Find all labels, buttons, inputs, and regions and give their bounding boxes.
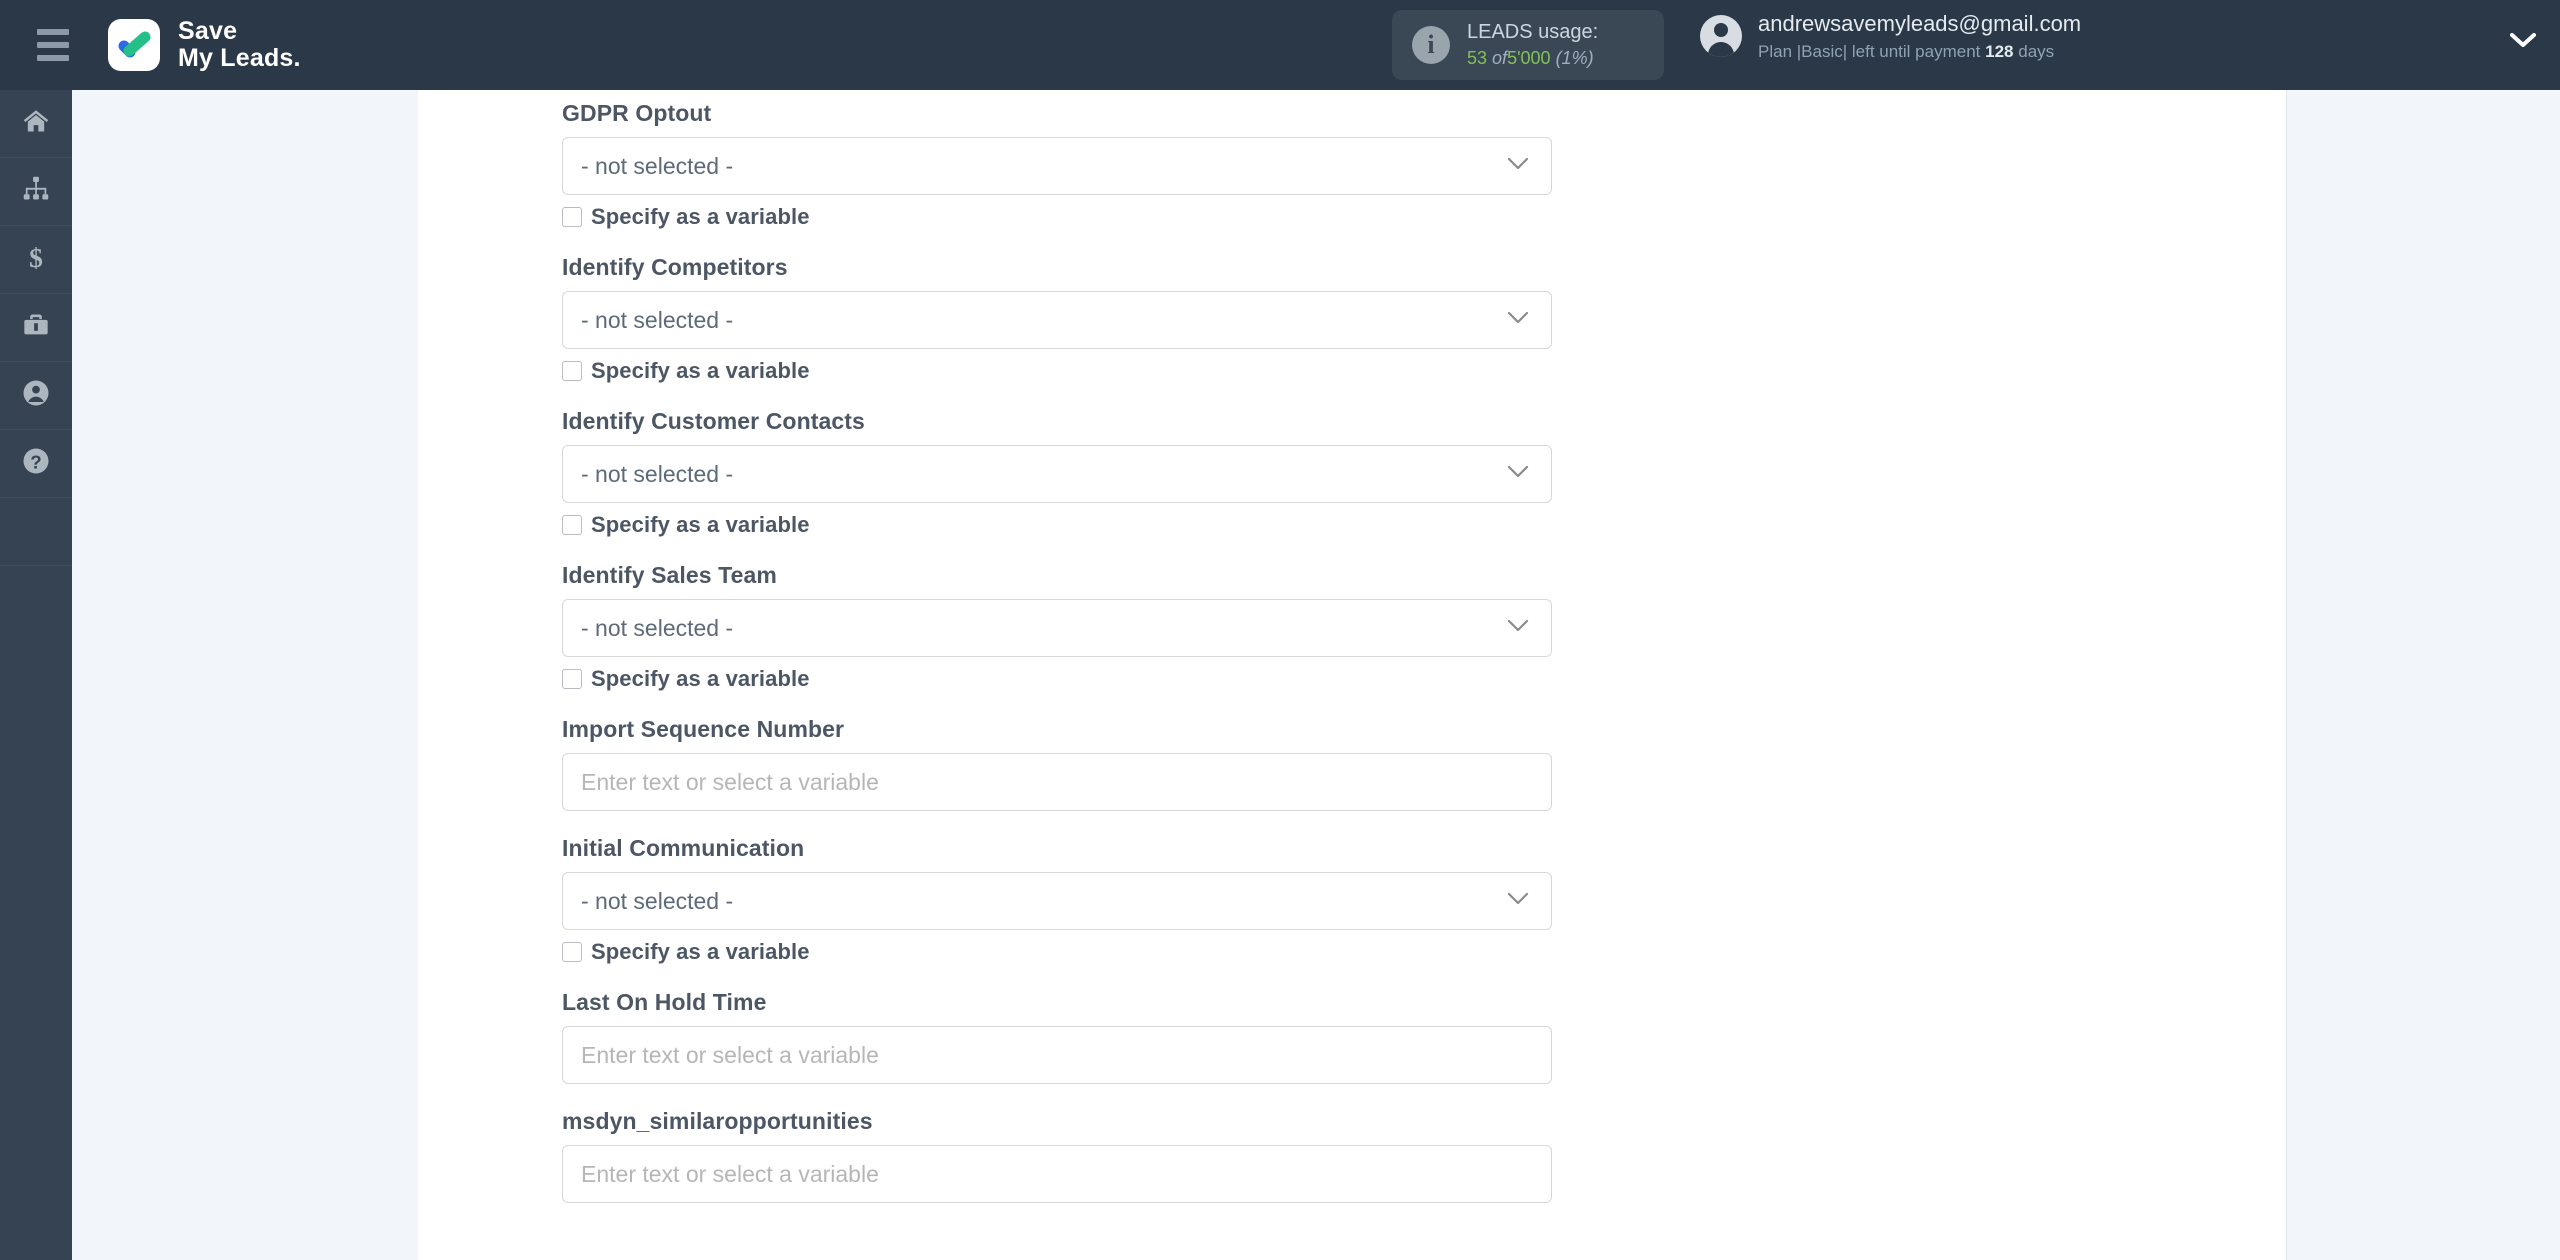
field-label: Last On Hold Time [562, 989, 767, 1015]
account-email: andrewsavemyleads@gmail.com [1758, 11, 2082, 36]
specify-as-variable-label: Specify as a variable [591, 204, 810, 229]
plan-prefix: Plan |Basic| left until payment [1758, 41, 1981, 61]
hamburger-menu-icon[interactable] [18, 29, 88, 61]
usage-percent: (1%) [1555, 48, 1594, 69]
svg-text:$: $ [29, 242, 43, 272]
plan-days-value: 128 [1985, 41, 2014, 61]
field-mapping-form: GDPR Optout - not selected - Specify as a … [562, 82, 1552, 1209]
sidebar-item-help[interactable]: ? [0, 430, 72, 498]
sidebar-item-profile[interactable] [0, 362, 72, 430]
leads-usage-badge[interactable]: i LEADS usage: 53 of5'000 (1%) [1392, 10, 1664, 80]
home-icon [21, 107, 51, 140]
specify-as-variable-checkbox[interactable] [562, 515, 582, 535]
user-avatar-icon [1700, 15, 1742, 58]
sidebar-item-connections[interactable] [0, 158, 72, 226]
field-label: Import Sequence Number [562, 716, 845, 742]
form-field: GDPR Optout - not selected - Specify as a … [562, 82, 1552, 230]
specify-as-variable-checkbox[interactable] [562, 361, 582, 381]
chevron-down-icon [1507, 311, 1529, 329]
usage-total: 5'000 [1507, 48, 1551, 69]
select-dropdown[interactable]: - not selected - [562, 445, 1552, 503]
sidebar-item-billing[interactable]: $ [0, 226, 72, 294]
question-circle-icon: ? [21, 446, 51, 481]
hamburger-bar [37, 55, 69, 61]
briefcase-icon [21, 311, 51, 344]
select-dropdown[interactable]: - not selected - [562, 872, 1552, 930]
text-input[interactable]: Enter text or select a variable [562, 753, 1552, 811]
sidebar-item-services[interactable] [0, 294, 72, 362]
text-input[interactable]: Enter text or select a variable [562, 1026, 1552, 1084]
content-panel: GDPR Optout - not selected - Specify as a … [418, 90, 2287, 1260]
brand-title: Save My Leads. [178, 18, 301, 72]
chevron-down-icon [1507, 157, 1529, 175]
brand-line-1: Save [178, 17, 238, 45]
usage-counts: 53 of5'000 (1%) [1467, 46, 1598, 70]
hamburger-bar [37, 29, 69, 35]
field-label: Identify Sales Team [562, 562, 777, 588]
form-field: Identify Competitors - not selected - Spec… [562, 236, 1552, 384]
select-value: - not selected - [581, 614, 734, 641]
field-label: Identify Competitors [562, 254, 788, 280]
hamburger-bar [37, 42, 69, 48]
info-icon: i [1412, 26, 1450, 64]
specify-as-variable-label: Specify as a variable [591, 358, 810, 383]
dollar-icon: $ [21, 242, 51, 277]
specify-as-variable-row[interactable]: Specify as a variable [562, 512, 1552, 538]
text-input[interactable]: Enter text or select a variable [562, 1145, 1552, 1203]
field-label: GDPR Optout [562, 100, 712, 126]
usage-title: LEADS usage: [1467, 21, 1599, 44]
field-label: msdyn_similaropportunities [562, 1108, 873, 1134]
select-value: - not selected - [581, 152, 734, 179]
select-dropdown[interactable]: - not selected - [562, 137, 1552, 195]
usage-of-label: of [1492, 48, 1508, 69]
input-placeholder: Enter text or select a variable [581, 768, 879, 795]
input-placeholder: Enter text or select a variable [581, 1160, 879, 1187]
chevron-down-icon [1507, 465, 1529, 483]
form-field: Import Sequence Number Enter text or sele… [562, 698, 1552, 811]
page-canvas: GDPR Optout - not selected - Specify as a … [72, 90, 2560, 1260]
specify-as-variable-label: Specify as a variable [591, 512, 810, 537]
brand-logo-group[interactable]: Save My Leads. [108, 18, 301, 72]
select-value: - not selected - [581, 306, 734, 333]
input-placeholder: Enter text or select a variable [581, 1041, 879, 1068]
sitemap-icon [21, 175, 51, 208]
select-dropdown[interactable]: - not selected - [562, 599, 1552, 657]
form-field: Initial Communication - not selected - Spe… [562, 817, 1552, 965]
specify-as-variable-checkbox[interactable] [562, 207, 582, 227]
chevron-down-icon [1507, 892, 1529, 910]
sidebar-item-home[interactable] [0, 90, 72, 158]
specify-as-variable-checkbox[interactable] [562, 669, 582, 689]
form-field: Last On Hold Time Enter text or select a … [562, 971, 1552, 1084]
svg-text:?: ? [30, 452, 41, 473]
usage-used: 53 [1467, 48, 1488, 69]
field-label: Identify Customer Contacts [562, 408, 865, 434]
account-chevron-down-icon[interactable] [2510, 32, 2536, 53]
select-value: - not selected - [581, 887, 734, 914]
form-field: Identify Sales Team - not selected - Speci… [562, 544, 1552, 692]
form-field: Identify Customer Contacts - not selected… [562, 390, 1552, 538]
specify-as-variable-checkbox[interactable] [562, 942, 582, 962]
chevron-down-icon [1507, 619, 1529, 637]
sidebar-item-extra[interactable] [0, 498, 72, 566]
account-plan-info: Plan |Basic| left until payment 128 days [1758, 40, 2081, 65]
specify-as-variable-label: Specify as a variable [591, 939, 810, 964]
checkmark-logo-icon [108, 19, 160, 71]
plan-days-suffix: days [2018, 41, 2055, 61]
left-icon-rail: $ ? [0, 90, 72, 1260]
field-label: Initial Communication [562, 835, 805, 861]
specify-as-variable-row[interactable]: Specify as a variable [562, 666, 1552, 692]
specify-as-variable-row[interactable]: Specify as a variable [562, 204, 1552, 230]
form-field: msdyn_similaropportunities Enter text or … [562, 1090, 1552, 1203]
specify-as-variable-row[interactable]: Specify as a variable [562, 358, 1552, 384]
brand-line-2: My Leads. [178, 44, 301, 72]
select-value: - not selected - [581, 460, 734, 487]
specify-as-variable-row[interactable]: Specify as a variable [562, 939, 1552, 965]
user-circle-icon [21, 378, 51, 413]
top-header-bar: Save My Leads. i LEADS usage: 53 of5'000 … [0, 0, 2560, 90]
specify-as-variable-label: Specify as a variable [591, 666, 810, 691]
select-dropdown[interactable]: - not selected - [562, 291, 1552, 349]
account-menu[interactable]: andrewsavemyleads@gmail.com Plan |Basic|… [1700, 8, 2081, 65]
